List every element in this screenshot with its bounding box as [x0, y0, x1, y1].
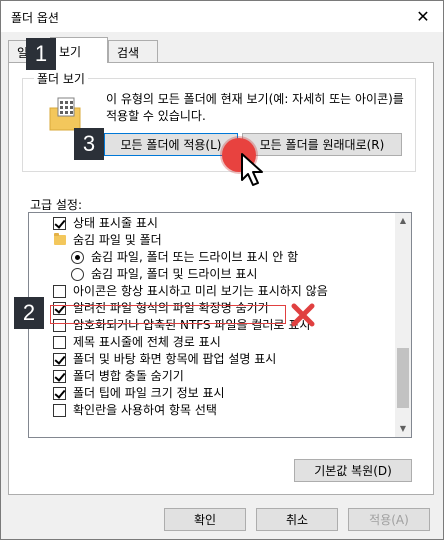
advanced-settings-list[interactable]: 상태 표시줄 표시숨김 파일 및 폴더숨김 파일, 폴더 또는 드라이브 표시 … [28, 212, 412, 438]
list-item[interactable]: 아이콘은 항상 표시하고 미리 보기는 표시하지 않음 [29, 283, 397, 300]
step-badge-1: 1 [26, 38, 56, 70]
list-item-label: 숨김 파일 및 폴더 [73, 233, 162, 247]
scroll-thumb[interactable] [397, 348, 409, 408]
list-item-label: 숨김 파일, 폴더 또는 드라이브 표시 안 함 [91, 250, 299, 264]
ok-button[interactable]: 확인 [164, 508, 246, 531]
step-badge-2: 2 [14, 297, 44, 329]
folder-view-icon [49, 97, 81, 131]
list-item-label: 상태 표시줄 표시 [73, 216, 158, 230]
scroll-up-icon[interactable]: ▲ [395, 213, 411, 229]
checkbox[interactable] [53, 370, 66, 383]
checkbox[interactable] [53, 353, 66, 366]
mouse-cursor-icon [241, 153, 263, 186]
list-item[interactable]: 숨김 파일 및 폴더 [29, 232, 397, 249]
list-item-label: 확인란을 사용하여 항목 선택 [73, 403, 217, 417]
radio-button[interactable] [71, 268, 84, 281]
list-item[interactable]: 제목 표시줄에 전체 경로 표시 [29, 334, 397, 351]
list-item-label: 폴더 병합 충돌 숨기기 [73, 369, 184, 383]
list-item-label: 폴더 및 바탕 화면 항목에 팝업 설명 표시 [73, 352, 277, 366]
folder-view-description: 이 유형의 모든 폴더에 현재 보기(예: 자세히 또는 아이콘)를 적용할 수… [106, 92, 404, 123]
advanced-settings-label: 고급 설정: [30, 198, 83, 212]
tab-view[interactable]: 보기 [50, 37, 108, 63]
tab-search[interactable]: 검색 [108, 40, 158, 62]
list-item-label: 제목 표시줄에 전체 경로 표시 [73, 335, 221, 349]
highlight-hide-extensions [50, 305, 286, 324]
radio-button[interactable] [71, 251, 84, 264]
folder-view-legend: 폴더 보기 [34, 70, 88, 87]
close-icon[interactable]: ✕ [413, 7, 433, 27]
list-item[interactable]: 상태 표시줄 표시 [29, 215, 397, 232]
list-item[interactable]: 폴더 및 바탕 화면 항목에 팝업 설명 표시 [29, 351, 397, 368]
checkbox[interactable] [53, 404, 66, 417]
list-item-label: 아이콘은 항상 표시하고 미리 보기는 표시하지 않음 [73, 284, 328, 298]
title-bar: 폴더 옵션 ✕ [1, 1, 443, 32]
cancel-button[interactable]: 취소 [256, 508, 338, 531]
window-title: 폴더 옵션 [11, 11, 59, 25]
scroll-down-icon[interactable]: ▼ [395, 421, 411, 437]
list-item[interactable]: 숨김 파일, 폴더 및 드라이브 표시 [29, 266, 397, 283]
list-item-label: 숨김 파일, 폴더 및 드라이브 표시 [91, 267, 258, 281]
apply-button[interactable]: 적용(A) [348, 508, 430, 531]
checkbox[interactable] [53, 217, 66, 230]
list-scrollbar[interactable]: ▲ ▼ [395, 213, 411, 437]
restore-defaults-button[interactable]: 기본값 복원(D) [294, 459, 412, 482]
list-item[interactable]: 폴더 팁에 파일 크기 정보 표시 [29, 385, 397, 402]
tab-search-label: 검색 [117, 46, 140, 60]
folder-icon [54, 233, 66, 245]
step-badge-3: 3 [74, 128, 104, 160]
reset-folders-button[interactable]: 모든 폴더를 원래대로(R) [242, 133, 402, 156]
apply-to-all-folders-button[interactable]: 모든 폴더에 적용(L) [104, 133, 238, 156]
checkbox[interactable] [53, 336, 66, 349]
list-item[interactable]: 폴더 병합 충돌 숨기기 [29, 368, 397, 385]
checkbox[interactable] [53, 387, 66, 400]
list-item-label: 폴더 팁에 파일 크기 정보 표시 [73, 386, 225, 400]
list-item[interactable]: 확인란을 사용하여 항목 선택 [29, 402, 397, 419]
checkbox[interactable] [53, 285, 66, 298]
list-item[interactable]: 숨김 파일, 폴더 또는 드라이브 표시 안 함 [29, 249, 397, 266]
tab-view-label: 보기 [59, 45, 82, 59]
x-mark-icon [291, 303, 315, 327]
